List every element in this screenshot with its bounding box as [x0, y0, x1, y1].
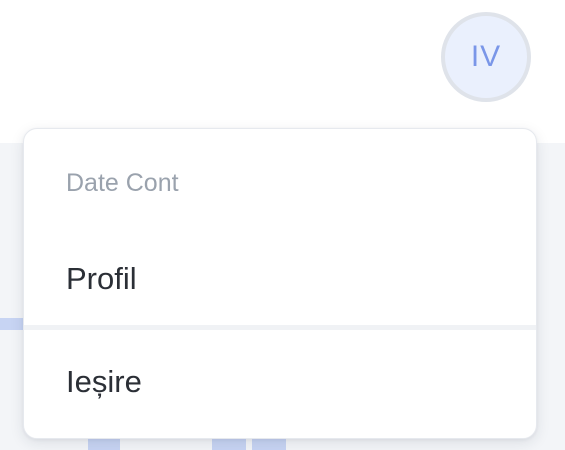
menu-item-label: Profil [66, 261, 137, 296]
menu-item-label: Ieșire [66, 364, 142, 399]
account-dropdown-menu: Date Cont Profil Ieșire [23, 128, 537, 439]
menu-item-profile[interactable]: Profil [24, 244, 536, 314]
user-avatar-button[interactable]: IV [441, 12, 531, 102]
menu-item-logout[interactable]: Ieșire [24, 347, 536, 417]
dropdown-header: Date Cont [66, 169, 179, 197]
avatar-initials: IV [470, 40, 502, 73]
menu-divider [24, 325, 536, 330]
